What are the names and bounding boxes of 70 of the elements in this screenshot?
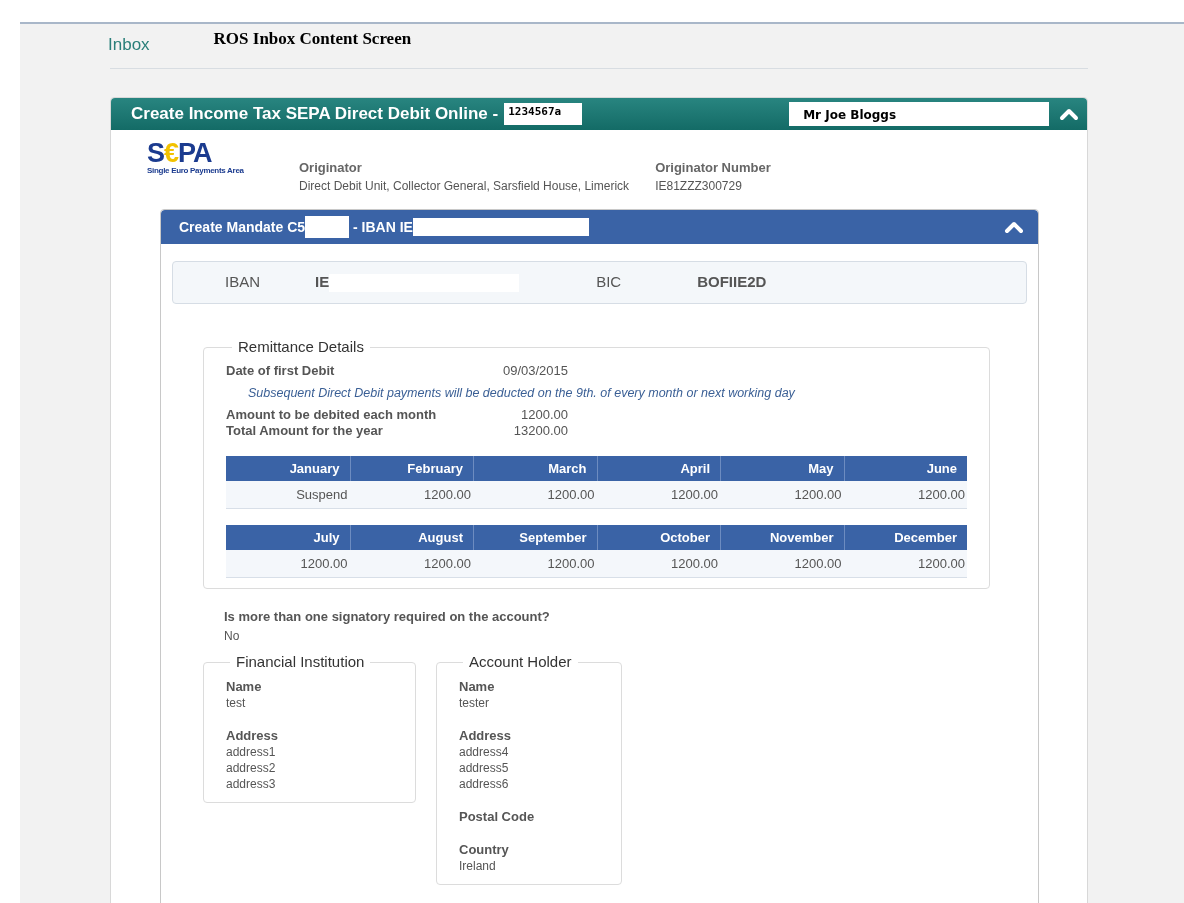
month-header: March	[473, 456, 597, 482]
payment-note: Subsequent Direct Debit payments will be deducted on the 9th. of every month or next working day	[247, 384, 796, 402]
month-header: January	[226, 456, 350, 482]
detail-value: test	[226, 695, 247, 712]
table-cell: 1200.00	[720, 550, 844, 578]
detail-label: Name	[226, 679, 263, 696]
chevron-up-icon	[1004, 220, 1024, 234]
detail-value: address5	[459, 760, 510, 777]
sepa-logo: S€PA Single Euro Payments Area	[147, 139, 245, 175]
panel-title: Create Income Tax SEPA Direct Debit Online -	[131, 102, 499, 125]
table-cell: 1200.00	[596, 481, 720, 509]
originator-value: Direct Debit Unit, Collector General, Sarsfield House, Limerick	[299, 178, 630, 195]
month-header: October	[596, 525, 720, 551]
redaction-block	[305, 216, 350, 238]
table-cell: 1200.00	[843, 481, 967, 509]
month-header: December	[843, 525, 967, 551]
detail-value: address1	[226, 744, 277, 761]
detail-value: address4	[459, 744, 510, 761]
iban-label: IBAN	[225, 272, 261, 293]
remittance-details-legend: Remittance Details	[232, 336, 370, 359]
table-cell: 1200.00	[473, 481, 597, 509]
detail-value: tester	[459, 695, 490, 712]
iban-value: IE	[315, 272, 330, 293]
bic-value: BOFIIE2D	[697, 272, 767, 293]
detail-value: address2	[226, 760, 277, 777]
reference-number: 1234567a	[504, 102, 583, 125]
field-value: 1200.00	[520, 407, 568, 424]
table-cell: Suspend	[226, 481, 350, 509]
detail-value: address6	[459, 776, 510, 793]
field-label: Amount to be debited each month	[226, 407, 438, 424]
mandate-title: Create Mandate C5	[179, 217, 306, 237]
field-value: 09/03/2015	[501, 362, 568, 379]
month-header: August	[349, 525, 473, 551]
field-label: Total Amount for the year	[226, 423, 384, 440]
table-cell: 1200.00	[226, 550, 350, 578]
originator-number-label: Originator Number	[655, 158, 771, 177]
detail-label: Country	[459, 842, 510, 859]
table-cell: 1200.00	[720, 481, 844, 509]
field-label: Date of first Debit	[226, 362, 336, 379]
month-header: May	[720, 456, 844, 482]
month-header: April	[596, 456, 720, 482]
detail-value: address3	[226, 776, 277, 793]
month-header: September	[473, 525, 597, 551]
table-cell: 1200.00	[596, 550, 720, 578]
table-cell: 1200.00	[473, 550, 597, 578]
month-header: November	[720, 525, 844, 551]
signatory-question: Is more than one signatory required on the account?	[224, 608, 551, 627]
table-cell: 1200.00	[843, 550, 967, 578]
originator-label: Originator	[299, 158, 363, 177]
page-title: ROS Inbox Content Screen	[213, 28, 412, 50]
month-header: February	[349, 456, 473, 482]
month-header: July	[226, 525, 350, 551]
table-cell: 1200.00	[349, 550, 473, 578]
detail-label: Postal Code	[459, 809, 536, 826]
party-legend: Financial Institution	[230, 650, 371, 674]
signatory-answer: No	[224, 627, 241, 645]
bic-label: BIC	[596, 272, 623, 293]
party-legend: Account Holder	[463, 650, 578, 674]
customer-name: Mr Joe Bloggs	[789, 101, 1050, 126]
detail-label: Address	[226, 728, 280, 745]
detail-value: Ireland	[459, 858, 497, 875]
detail-label: Address	[459, 728, 513, 745]
originator-number-value: IE81ZZZ300729	[655, 178, 743, 195]
mandate-iban: - IBAN IE	[353, 217, 413, 237]
inbox-link[interactable]: Inbox	[108, 32, 150, 58]
table-cell: 1200.00	[349, 481, 473, 509]
detail-label: Name	[459, 679, 496, 696]
field-value: 13200.00	[512, 423, 568, 440]
month-header: June	[843, 456, 967, 482]
chevron-up-icon	[1059, 106, 1079, 121]
